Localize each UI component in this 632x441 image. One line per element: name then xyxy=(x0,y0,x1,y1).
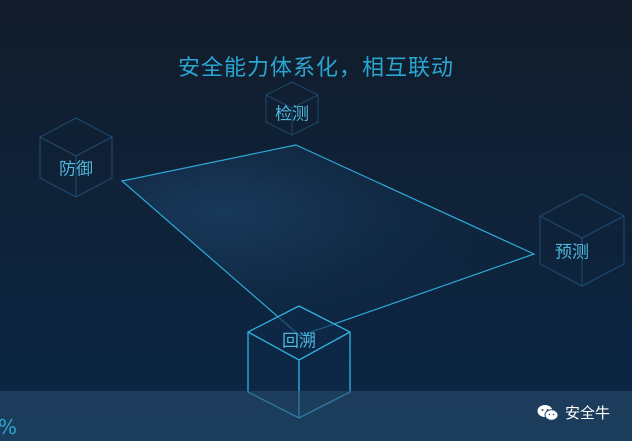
linkage-quadrilateral xyxy=(120,144,536,337)
node-label-defend: 防御 xyxy=(59,159,93,180)
footer-bar: % 安全牛 xyxy=(0,391,632,441)
node-label-detect: 检测 xyxy=(275,104,309,125)
node-label-retrace: 回溯 xyxy=(282,331,316,352)
wechat-icon xyxy=(537,404,559,422)
node-label-predict: 预测 xyxy=(555,242,589,263)
footer-left-text: % xyxy=(0,415,17,439)
brand-watermark: 安全牛 xyxy=(537,402,610,423)
capability-diagram xyxy=(39,81,625,419)
brand-name: 安全牛 xyxy=(564,404,610,422)
